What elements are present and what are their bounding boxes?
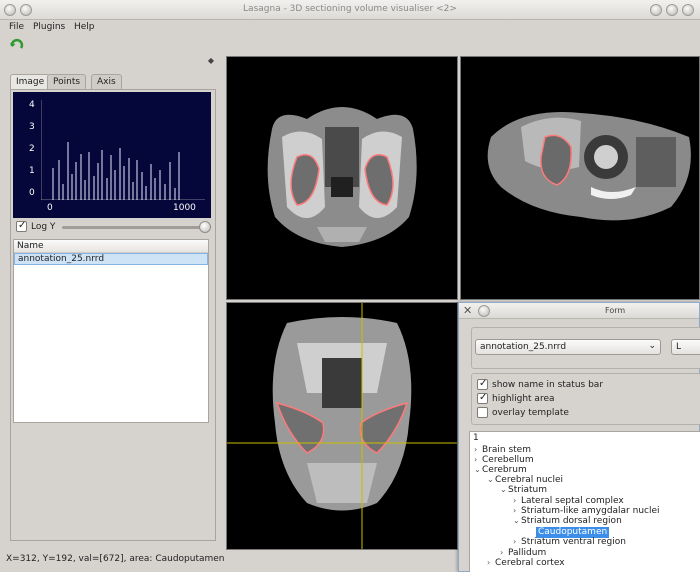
collapse-icon[interactable]: ⌄ bbox=[500, 485, 508, 494]
maximize-icon[interactable] bbox=[666, 4, 678, 16]
expand-icon[interactable]: › bbox=[513, 496, 521, 505]
left-panel: ◆ Image Points Axis 4 3 2 1 0 0 1000 ✓ L… bbox=[4, 56, 220, 548]
file-select[interactable]: annotation_25.nrrd ⌄ bbox=[475, 339, 661, 355]
form-window: ✕ Form annotation_25.nrrd ⌄ L show name … bbox=[458, 302, 700, 572]
hist-ytick: 0 bbox=[29, 188, 35, 198]
tree-item-striatum-dorsal-region[interactable]: ⌄Striatum dorsal region bbox=[513, 516, 622, 527]
log-y-checkbox[interactable] bbox=[16, 220, 27, 232]
coronal-view[interactable] bbox=[226, 56, 458, 300]
expand-icon[interactable]: › bbox=[513, 537, 521, 546]
expand-icon[interactable]: › bbox=[474, 445, 482, 454]
expand-icon[interactable]: › bbox=[487, 558, 495, 567]
menu-file[interactable]: File bbox=[9, 22, 24, 32]
form-close-x-icon[interactable]: ✕ bbox=[463, 304, 472, 317]
minimize-icon[interactable] bbox=[650, 4, 662, 16]
form-title: Form bbox=[605, 306, 626, 315]
tab-axis[interactable]: Axis bbox=[91, 74, 122, 90]
toolbar bbox=[0, 36, 700, 56]
form-pin-icon[interactable] bbox=[478, 305, 490, 317]
histogram-bars bbox=[41, 100, 205, 200]
hist-ytick: 3 bbox=[29, 122, 35, 132]
menu-plugins[interactable]: Plugins bbox=[33, 22, 65, 32]
tree-item-striatum[interactable]: ⌄Striatum bbox=[500, 485, 547, 496]
collapse-icon[interactable]: ⌄ bbox=[474, 465, 482, 474]
file-select-value: annotation_25.nrrd bbox=[480, 342, 567, 352]
sagittal-slice bbox=[487, 112, 691, 221]
expand-icon[interactable]: › bbox=[474, 455, 482, 464]
panel-float-icon[interactable]: ◆ bbox=[208, 56, 214, 65]
show-name-checkbox[interactable] bbox=[477, 378, 488, 390]
highlight-area-checkbox[interactable] bbox=[477, 392, 488, 404]
load-button-label: L bbox=[676, 342, 682, 352]
structure-tree: 1 › Brain stem › Cerebellum ⌄Cerebrum ⌄Cer… bbox=[469, 431, 700, 572]
hist-ytick: 4 bbox=[29, 100, 35, 110]
horizontal-slice bbox=[227, 303, 457, 549]
tree-root[interactable]: 1 bbox=[473, 433, 479, 444]
slider-handle[interactable] bbox=[199, 221, 211, 233]
coronal-slice bbox=[267, 107, 417, 247]
file-list: Name annotation_25.nrrd bbox=[13, 239, 209, 423]
collapse-icon[interactable]: ⌄ bbox=[513, 516, 521, 525]
tab-points[interactable]: Points bbox=[47, 74, 87, 90]
collapse-icon[interactable]: ⌄ bbox=[487, 475, 495, 484]
hist-xtick: 1000 bbox=[173, 203, 196, 213]
overlay-template-checkbox[interactable] bbox=[477, 407, 488, 418]
hist-ytick: 1 bbox=[29, 166, 35, 176]
menubar: File Plugins Help bbox=[0, 20, 700, 36]
hist-ytick: 2 bbox=[29, 144, 35, 154]
horizontal-view[interactable] bbox=[226, 302, 458, 550]
overlay-template-label: overlay template bbox=[492, 408, 569, 418]
window-titlebar: Lasagna - 3D sectioning volume visualise… bbox=[0, 0, 700, 20]
window-title: Lasagna - 3D sectioning volume visualise… bbox=[243, 4, 457, 14]
expand-icon[interactable]: › bbox=[500, 548, 508, 557]
status-bar: X=312, Y=192, val=[672], area: Caudoputa… bbox=[6, 554, 225, 564]
show-name-label: show name in status bar bbox=[492, 380, 604, 390]
expand-icon[interactable]: › bbox=[513, 506, 521, 515]
log-y-label: Log Y bbox=[31, 222, 56, 232]
sagittal-view[interactable] bbox=[460, 56, 700, 300]
file-list-header[interactable]: Name bbox=[14, 240, 208, 253]
file-list-item[interactable]: annotation_25.nrrd bbox=[14, 253, 208, 265]
histogram-plot: 4 3 2 1 0 0 1000 bbox=[13, 92, 211, 218]
menu-help[interactable]: Help bbox=[74, 22, 95, 32]
slider-track[interactable] bbox=[62, 226, 208, 229]
refresh-icon[interactable] bbox=[9, 37, 25, 53]
hist-xtick: 0 bbox=[47, 203, 53, 213]
tree-item-striatum-ventral-region[interactable]: › Striatum ventral region bbox=[513, 537, 626, 548]
close-icon[interactable] bbox=[682, 4, 694, 16]
highlight-area-label: highlight area bbox=[492, 394, 555, 404]
load-button[interactable]: L bbox=[671, 339, 700, 355]
form-titlebar: ✕ Form bbox=[459, 303, 699, 319]
chevron-down-icon: ⌄ bbox=[648, 341, 656, 351]
tree-item-cerebral-cortex[interactable]: › Cerebral cortex bbox=[487, 558, 565, 569]
